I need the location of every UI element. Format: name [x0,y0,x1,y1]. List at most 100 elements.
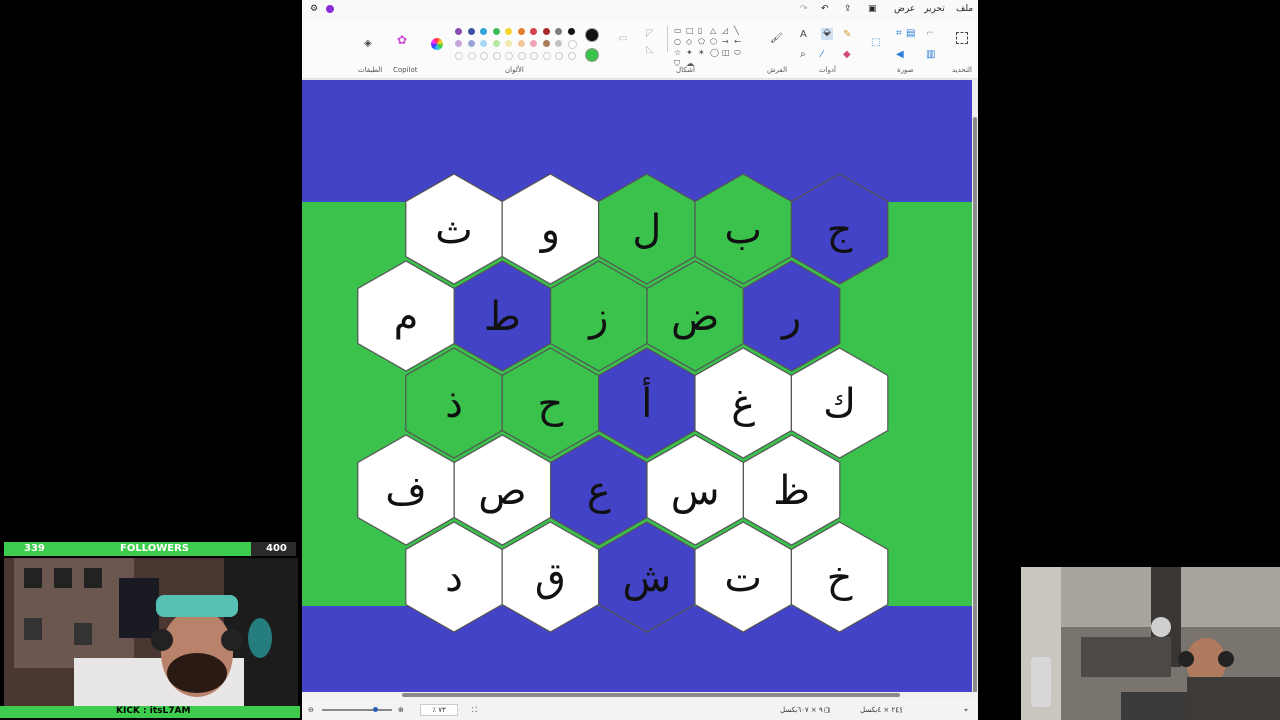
share-icon[interactable]: ⇪ [844,4,852,14]
shape-option[interactable]: ☆ [674,49,681,57]
canvas-size: ٩٠١ × ٦٠٧بكسل [780,706,831,714]
color-picker-icon[interactable]: ⁄ [821,50,823,60]
custom-color-slot[interactable] [492,52,501,60]
color-swatch[interactable] [505,40,512,47]
select-icon[interactable] [956,32,968,44]
hex-letter-board[interactable]: ث و ل ب ج م ط ز ض ر ذ ح أ غ ك ف ص ع س ظ د ق ش ت خ [302,80,972,692]
custom-color-slot[interactable] [567,52,576,60]
shape-option[interactable]: ← [734,38,741,46]
custom-color-slot[interactable] [517,52,526,60]
color-swatch[interactable] [555,40,562,47]
color-swatch[interactable] [505,28,512,35]
outline-icon[interactable]: ◸ [646,29,654,39]
shape-fill-icon[interactable]: ◺ [646,45,654,55]
status-bar: ⊖ ⊕ ٪ ٧٣ ⛶ ٩٠١ × ٦٠٧بكسل ▢ ٢٤١ × ٤بكسل ⬚… [302,700,978,720]
shape-option[interactable]: ○ [674,38,681,46]
zoom-slider[interactable] [322,709,392,711]
custom-color-slot[interactable] [530,52,538,60]
color-swatch[interactable] [480,40,487,47]
vertical-scroll-thumb[interactable] [973,117,977,695]
secondary-color[interactable] [585,48,599,62]
followers-label: FOLLOWERS [120,543,189,554]
color-swatch[interactable] [455,40,462,47]
shape-option[interactable]: ✦ [686,49,693,57]
zoom-level[interactable]: ٪ ٧٣ [420,704,458,716]
color-swatch[interactable] [517,40,525,47]
shape-option[interactable]: ▯ [698,27,702,35]
edit-colors-icon[interactable] [431,38,443,50]
fill-icon[interactable]: ▭ [618,34,627,44]
layers-icon[interactable]: ◈ [364,39,372,49]
primary-color[interactable] [585,28,599,42]
account-icon[interactable] [326,5,334,13]
shape-option[interactable]: △ [710,27,716,35]
settings-icon[interactable]: ⚙ [310,4,318,14]
save-icon[interactable]: ▣ [868,4,877,14]
custom-color-slot[interactable] [480,52,488,60]
copilot-icon[interactable]: ✿ [397,34,407,46]
color-swatch[interactable] [455,28,462,35]
resize-icon[interactable]: ▤ [906,29,915,39]
shape-option[interactable]: ◫ [722,49,730,57]
color-swatch[interactable] [530,28,537,35]
shape-option[interactable]: ◇ [686,38,692,46]
custom-color-slot[interactable] [542,52,551,60]
color-swatch[interactable] [480,28,487,35]
brush-icon[interactable]: 🖌 [770,34,783,44]
color-swatch[interactable] [492,40,500,47]
color-swatch[interactable] [467,40,475,47]
hex-letter: ز [587,294,608,340]
shape-option[interactable]: ◿ [722,27,728,35]
color-swatch[interactable] [492,28,500,35]
shape-option[interactable]: ◯ [710,49,719,57]
hex-letter: و [539,207,560,253]
custom-color-slot[interactable] [555,52,563,60]
menu-view[interactable]: عرض [894,4,915,14]
zoom-slider-thumb[interactable] [373,707,378,712]
hex-letter: د [445,555,463,601]
crop-image-icon[interactable]: ⌐ [926,29,934,39]
color-swatch[interactable] [530,40,537,47]
color-swatch[interactable] [555,28,562,35]
shape-option[interactable]: ✶ [698,49,705,57]
eraser-icon[interactable]: ◆ [843,50,851,60]
color-swatch[interactable] [517,28,525,35]
fill-bucket-icon[interactable]: ⬙ [821,28,833,40]
text-tool-icon[interactable]: A [800,30,807,40]
color-swatch[interactable] [567,40,577,49]
shape-option[interactable]: → [722,38,729,46]
shape-option[interactable]: ⬠ [698,38,705,46]
secondary-webcam-image [1021,567,1280,720]
custom-color-slot[interactable] [455,52,463,60]
shape-option[interactable]: ╲ [734,27,739,35]
crop-icon[interactable]: ⌗ [896,29,902,39]
zoom-out-icon[interactable]: ⊖ [308,706,314,714]
shape-option[interactable]: ⬡ [710,38,717,46]
vertical-scrollbar[interactable] [972,79,978,695]
menu-edit[interactable]: تحرير [924,4,945,14]
color-swatch[interactable] [542,40,550,47]
color-swatch[interactable] [467,28,475,35]
custom-color-slot[interactable] [505,52,513,60]
pencil-icon[interactable]: ✎ [843,30,851,40]
menu-file[interactable]: ملف [956,4,973,14]
hex-letter: ظ [773,468,810,514]
hex-letter: ث [435,207,473,253]
rotate-icon[interactable]: ◀ [896,50,904,60]
hex-letter: س [671,468,720,514]
horizontal-scroll-thumb[interactable] [402,693,900,697]
redo-icon[interactable]: ↷ [800,4,808,14]
fit-icon[interactable]: ⛶ [472,706,477,715]
custom-color-slot[interactable] [467,52,476,60]
shape-option[interactable]: ▭ [674,27,682,35]
horizontal-scrollbar[interactable] [302,692,978,698]
color-swatch[interactable] [567,28,575,35]
magnifier-icon[interactable]: ⌕ [800,50,806,60]
shape-option[interactable]: ⬭ [734,49,741,57]
image-select-icon[interactable]: ⬚ [871,38,880,48]
undo-icon[interactable]: ↶ [821,4,829,14]
color-swatch[interactable] [542,28,550,35]
flip-icon[interactable]: ▥ [926,50,935,60]
zoom-in-icon[interactable]: ⊕ [398,706,404,714]
shape-option[interactable]: □ [686,27,694,35]
